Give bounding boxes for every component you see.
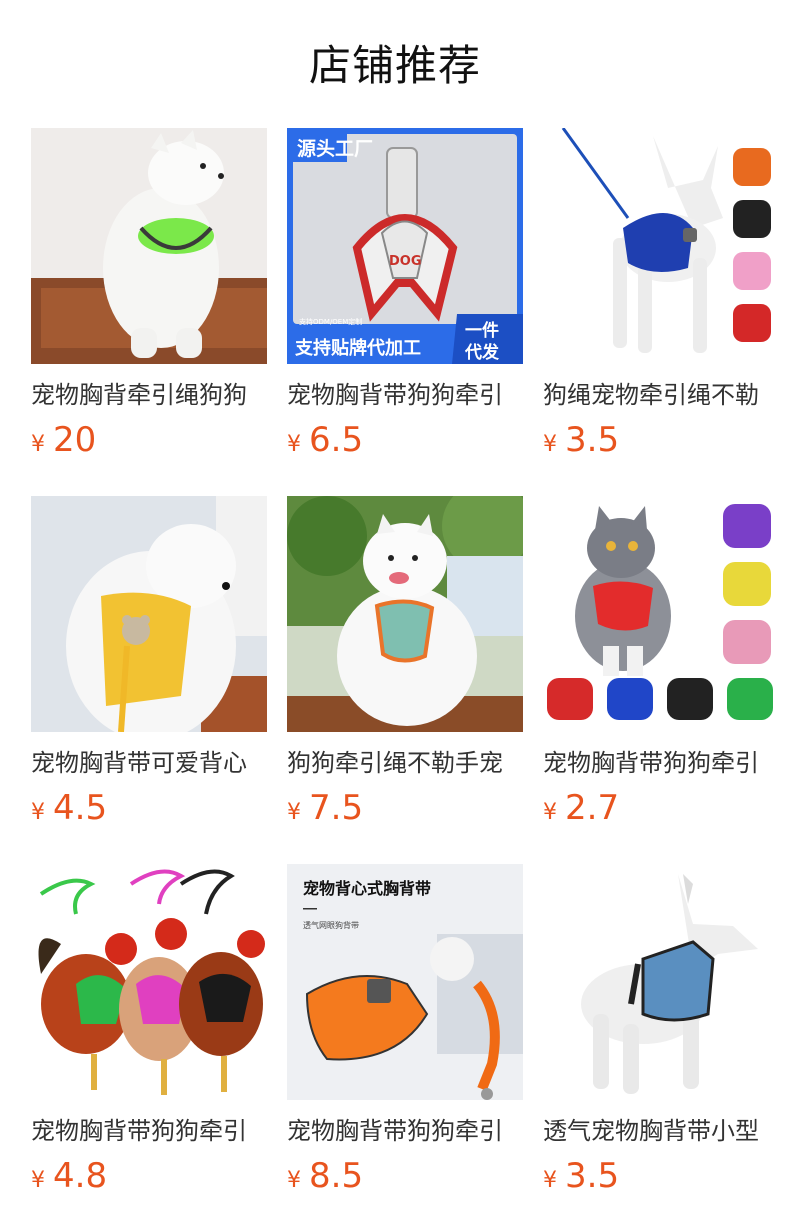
product-price: ¥3.5 [543,1154,779,1198]
product-image[interactable] [31,496,267,732]
cat-red-harness-colors-image [543,496,779,732]
ad-subtext: 支持ODM/OEM定制 [299,317,362,326]
product-card[interactable]: 宠物胸背带狗狗牵引 ¥2.7 [543,496,779,832]
white-dog-yellow-vest-image [31,496,267,732]
product-image[interactable] [31,864,267,1100]
product-image[interactable] [543,128,779,364]
product-card[interactable]: 源头工厂 DOG 支持ODM/OEM定制 支持贴牌代加工 一件 代发 宠物胸背带… [287,128,523,464]
product-image[interactable] [543,496,779,732]
product-card[interactable]: 透气宠物胸背带小型 ¥3.5 [543,864,779,1200]
currency-symbol: ¥ [287,800,301,825]
samoyed-teal-harness-image [287,496,523,732]
product-price: ¥3.5 [543,418,779,462]
product-name[interactable]: 宠物胸背带狗狗牵引 [287,1114,523,1148]
ad-title: 宠物背心式胸背带 [303,879,431,898]
product-name[interactable]: 宠物胸背带可爱背心 [31,746,267,780]
product-price: ¥4.5 [31,786,267,830]
product-price: ¥6.5 [287,418,523,462]
price-value: 8.5 [309,1156,364,1196]
ad-bottom-text: 支持贴牌代加工 [294,337,421,359]
roosters-harness-image [31,864,267,1100]
product-price: ¥2.7 [543,786,779,830]
store-recommendation-page: 店铺推荐 宠物胸背牵引绳狗狗 ¥ 20 源头工厂 DOG 支持ODM/OEM定制… [0,0,790,1232]
product-grid: 宠物胸背牵引绳狗狗 ¥20 源头工厂 DOG 支持ODM/OEM定制 支持贴牌代… [31,128,779,1200]
price-value: 4.8 [53,1156,108,1196]
product-image[interactable] [31,128,267,364]
currency-symbol: ¥ [543,1168,557,1193]
currency-symbol: ¥ [31,432,45,457]
currency-symbol: ¥ [287,1168,301,1193]
product-image[interactable]: 宠物背心式胸背带 透气网眼狗背带 [287,864,523,1100]
price-value: 3.5 [565,1156,620,1196]
product-name[interactable]: 宠物胸背牵引绳狗狗 [31,378,267,412]
currency-symbol: ¥ [31,800,45,825]
product-price: ¥20 [31,418,267,462]
price-value: 4.5 [53,788,108,828]
product-name[interactable]: 宠物胸背带狗狗牵引 [543,746,779,780]
product-card[interactable]: 宠物胸背带可爱背心 ¥4.5 [31,496,267,832]
mannequin-dog-light-blue-harness-image [543,864,779,1100]
product-image[interactable]: 源头工厂 DOG 支持ODM/OEM定制 支持贴牌代加工 一件 代发 [287,128,523,364]
mannequin-dog-blue-harness-image [543,128,779,364]
product-price: ¥7.5 [287,786,523,830]
product-name[interactable]: 宠物胸背带狗狗牵引 [287,378,523,412]
ad-badge-top: 源头工厂 [297,137,373,160]
ad-corner-text-2: 代发 [464,342,500,363]
orange-vest-harness-image: 宠物背心式胸背带 透气网眼狗背带 [287,864,523,1100]
product-card[interactable]: 宠物胸背带狗狗牵引 ¥4.8 [31,864,267,1200]
product-price: ¥8.5 [287,1154,523,1198]
ad-brand: DOG [389,254,422,269]
page-title: 店铺推荐 [308,40,481,90]
product-name[interactable]: 狗绳宠物牵引绳不勒 [543,378,779,412]
product-name[interactable]: 狗狗牵引绳不勒手宠 [287,746,523,780]
product-name[interactable]: 宠物胸背带狗狗牵引 [31,1114,267,1148]
product-card[interactable]: 狗绳宠物牵引绳不勒 ¥3.5 [543,128,779,464]
price-value: 3.5 [565,420,620,460]
product-image[interactable] [287,496,523,732]
product-name[interactable]: 透气宠物胸背带小型 [543,1114,779,1148]
currency-symbol: ¥ [287,432,301,457]
price-value: 20 [53,420,97,460]
price-value: 7.5 [309,788,364,828]
product-card[interactable]: 宠物胸背牵引绳狗狗 ¥20 [31,128,267,464]
ad-corner-text-1: 一件 [465,320,499,341]
price-value: 2.7 [565,788,620,828]
product-card[interactable]: 宠物背心式胸背带 透气网眼狗背带 宠物胸背带狗狗牵引 ¥8.5 [287,864,523,1200]
currency-symbol: ¥ [543,432,557,457]
header: 店铺推荐 [0,0,790,128]
factory-harness-ad-image: 源头工厂 DOG 支持ODM/OEM定制 支持贴牌代加工 一件 代发 [287,128,523,364]
currency-symbol: ¥ [31,1168,45,1193]
product-price: ¥4.8 [31,1154,267,1198]
product-card[interactable]: 狗狗牵引绳不勒手宠 ¥7.5 [287,496,523,832]
currency-symbol: ¥ [543,800,557,825]
ad-subtitle: 透气网眼狗背带 [303,920,359,930]
product-image[interactable] [543,864,779,1100]
white-dog-green-harness-image [31,128,267,364]
price-value: 6.5 [309,420,364,460]
